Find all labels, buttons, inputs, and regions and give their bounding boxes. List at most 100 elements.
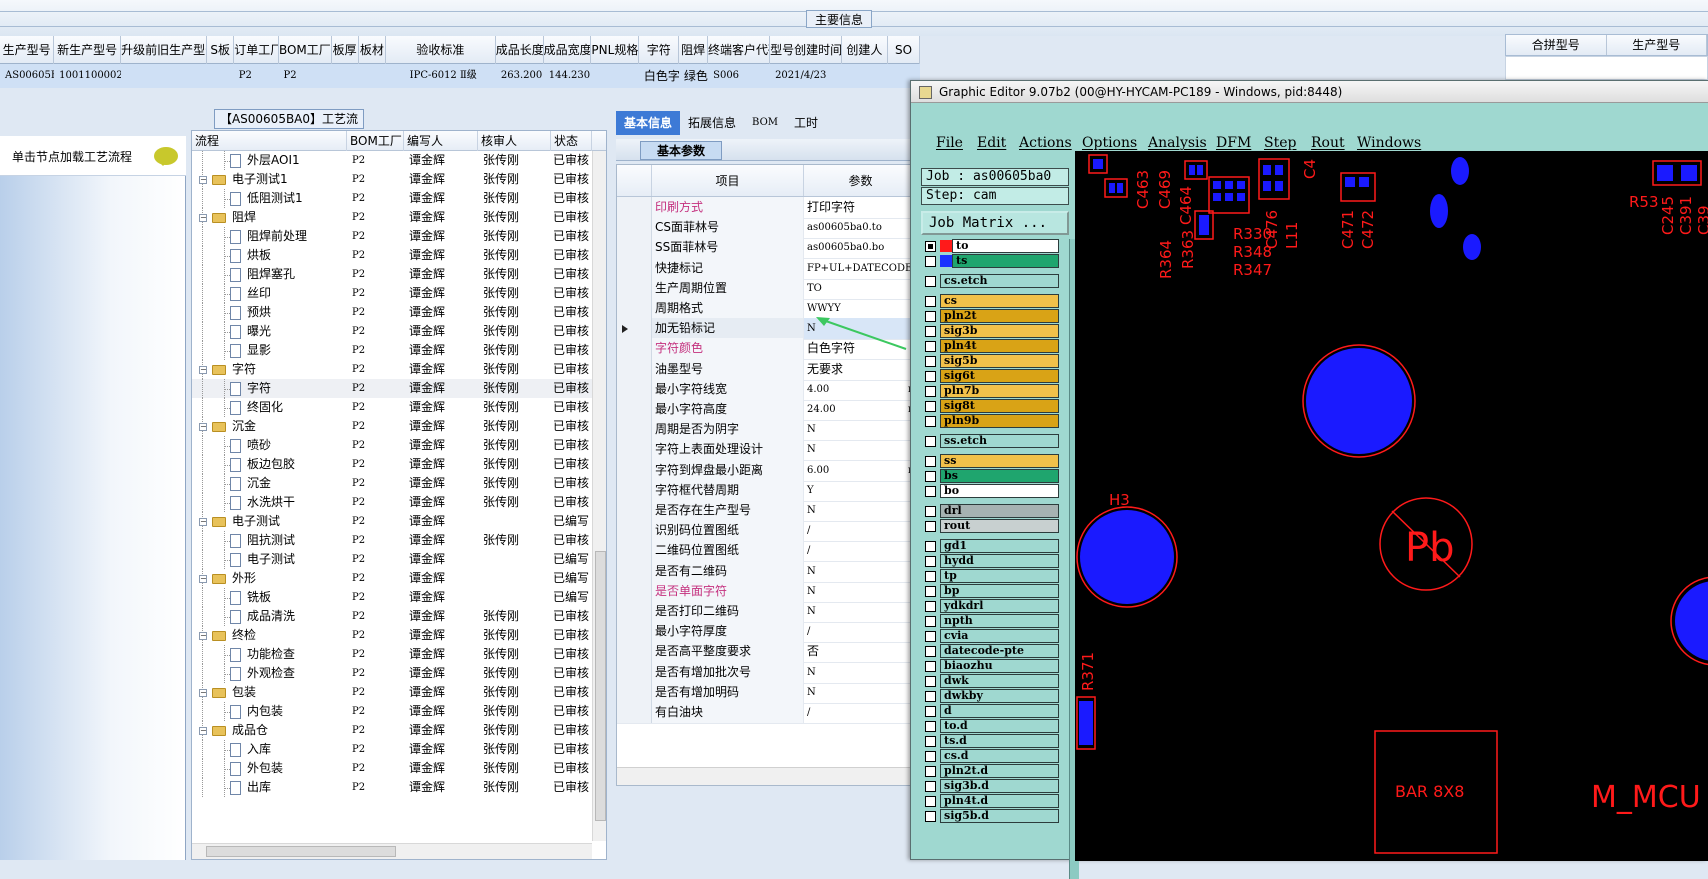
param-row[interactable]: 周期是否为阴字 N [617,419,915,442]
flow-row[interactable]: 丝印 P2 谭金辉 张传刚 已审核 [192,284,592,303]
flow-row[interactable]: − 包装 P2 谭金辉 张传刚 已审核 [192,683,592,702]
flow-row[interactable]: 内包装 P2 谭金辉 张传刚 已审核 [192,702,592,721]
col-header[interactable]: 生产型号 [0,36,55,64]
flow-row[interactable]: 喷砂 P2 谭金辉 张传刚 已审核 [192,436,592,455]
row-header[interactable] [617,540,652,562]
cell[interactable]: P2 [279,64,332,88]
layer-row[interactable]: cs.etch [921,274,1059,289]
param-value[interactable]: as00605ba0.to [804,217,915,238]
row-header[interactable] [617,358,652,380]
layer-name[interactable]: sig5b.d [940,809,1059,823]
flow-row[interactable]: 外观检查 P2 谭金辉 张传刚 已审核 [192,664,592,683]
flow-row[interactable]: 曝光 P2 谭金辉 张传刚 已审核 [192,322,592,341]
layer-name[interactable]: cvia [940,629,1059,643]
menu-actions[interactable]: Actions [1019,135,1072,151]
layer-row[interactable]: drl [921,504,1059,519]
flow-node[interactable]: − 包装 [192,683,347,702]
layer-row[interactable]: cs.d [921,749,1059,764]
col-header[interactable]: BOM工厂 [279,36,332,64]
cell[interactable]: AS00605BA0 [0,64,54,88]
flow-row[interactable]: 终固化 P2 谭金辉 张传刚 已审核 [192,398,592,417]
param-value[interactable]: 6.00mil [804,460,915,481]
param-row[interactable]: 是否单面字符 N [617,580,915,603]
layer-row[interactable]: sig3b [921,324,1059,339]
col-header[interactable]: 阻焊 [679,36,708,64]
row-header[interactable] [617,681,652,703]
param-row[interactable]: 是否高平整度要求否 [617,641,915,664]
params-horizontal-scrollbar[interactable] [617,767,915,785]
collapse-toggle-icon[interactable]: − [199,518,207,526]
merge-col-header[interactable]: 合拼型号 [1506,35,1607,55]
param-value[interactable]: 24.00mil [804,399,915,420]
layer-checkbox[interactable] [925,646,936,657]
layer-checkbox[interactable] [925,456,936,467]
layer-name[interactable]: datecode-pte [940,644,1059,658]
layer-checkbox[interactable] [925,521,936,532]
menu-options[interactable]: Options [1082,135,1137,151]
param-row[interactable]: 是否有增加批次号 N [617,661,915,684]
param-value[interactable]: N [804,581,915,602]
flow-row[interactable]: 阻焊塞孔 P2 谭金辉 张传刚 已审核 [192,265,592,284]
layer-checkbox[interactable] [925,616,936,627]
param-row[interactable]: 是否存在生产型号 N [617,500,915,522]
layer-checkbox[interactable] [925,311,936,322]
row-header[interactable] [617,318,652,340]
layer-checkbox[interactable] [925,486,936,497]
collapse-toggle-icon[interactable]: − [199,176,207,184]
row-header[interactable] [617,277,652,299]
layer-row[interactable]: bs [921,469,1059,484]
param-value[interactable]: / [804,702,915,723]
layer-row[interactable]: biaozhu [921,659,1059,674]
col-header[interactable]: 字符 [639,36,680,64]
layer-name[interactable]: biaozhu [940,659,1059,673]
layer-checkbox[interactable] [925,416,936,427]
params-col-value[interactable]: 参数 [804,165,915,196]
layer-row[interactable]: bo [921,484,1059,499]
col-header[interactable]: 成品宽度 [544,36,592,64]
flow-row[interactable]: 预烘 P2 谭金辉 张传刚 已审核 [192,303,592,322]
cell[interactable]: IPC-6012 Ⅱ级 [386,64,495,88]
menu-windows[interactable]: Windows [1357,135,1421,151]
flow-row[interactable]: − 终检 P2 谭金辉 张传刚 已审核 [192,626,592,645]
param-row[interactable]: 是否有二维码 N [617,560,915,583]
collapse-toggle-icon[interactable]: − [199,366,207,374]
row-header[interactable] [617,702,652,723]
layer-checkbox[interactable] [925,751,936,762]
layer-row[interactable]: pln7b [921,384,1059,399]
cell[interactable]: 2021/4/23 [770,64,841,88]
param-value[interactable]: TO [804,278,915,299]
flow-node[interactable]: 内包装 [192,702,347,721]
flow-node[interactable]: 外层AOI1 [192,151,347,170]
layer-row[interactable]: sig3b.d [921,779,1059,794]
layer-checkbox[interactable] [925,736,936,747]
layer-name[interactable]: pln4t.d [940,794,1059,808]
layer-name[interactable]: gd1 [940,539,1059,553]
layer-name[interactable]: tp [940,569,1059,583]
col-header[interactable]: 终端客户代码 [708,36,771,64]
param-value[interactable]: N [804,662,915,683]
layer-row[interactable]: hydd [921,554,1059,569]
flow-node[interactable]: − 终检 [192,626,347,645]
left-panel-hint-box[interactable]: 单击节点加载工艺流程 [0,136,186,176]
layer-checkbox[interactable] [925,706,936,717]
cell[interactable] [359,64,387,88]
param-row[interactable]: 二维码位置图纸 / [617,540,915,563]
layer-checkbox[interactable] [925,276,936,287]
tab-bom[interactable]: BOM [744,111,786,135]
cell[interactable] [331,64,359,88]
layer-row[interactable]: sig8t [921,399,1059,414]
layer-name[interactable]: to [952,239,1059,253]
flow-row[interactable]: 出库 P2 谭金辉 张传刚 已审核 [192,778,592,797]
cell[interactable]: 绿色 [679,64,708,88]
row-header[interactable] [617,378,652,400]
collapse-toggle-icon[interactable]: − [199,727,207,735]
layer-name[interactable]: sig3b [940,324,1059,338]
param-row[interactable]: 字符框代替周期 Y [617,479,915,502]
layer-name[interactable]: bs [940,469,1059,483]
row-header[interactable] [617,520,652,542]
row-header[interactable] [617,500,652,521]
layer-name[interactable]: bp [940,584,1059,598]
tab-basic-info[interactable]: 基本信息 [616,111,681,135]
layer-name[interactable]: hydd [940,554,1059,568]
layer-checkbox[interactable] [925,556,936,567]
